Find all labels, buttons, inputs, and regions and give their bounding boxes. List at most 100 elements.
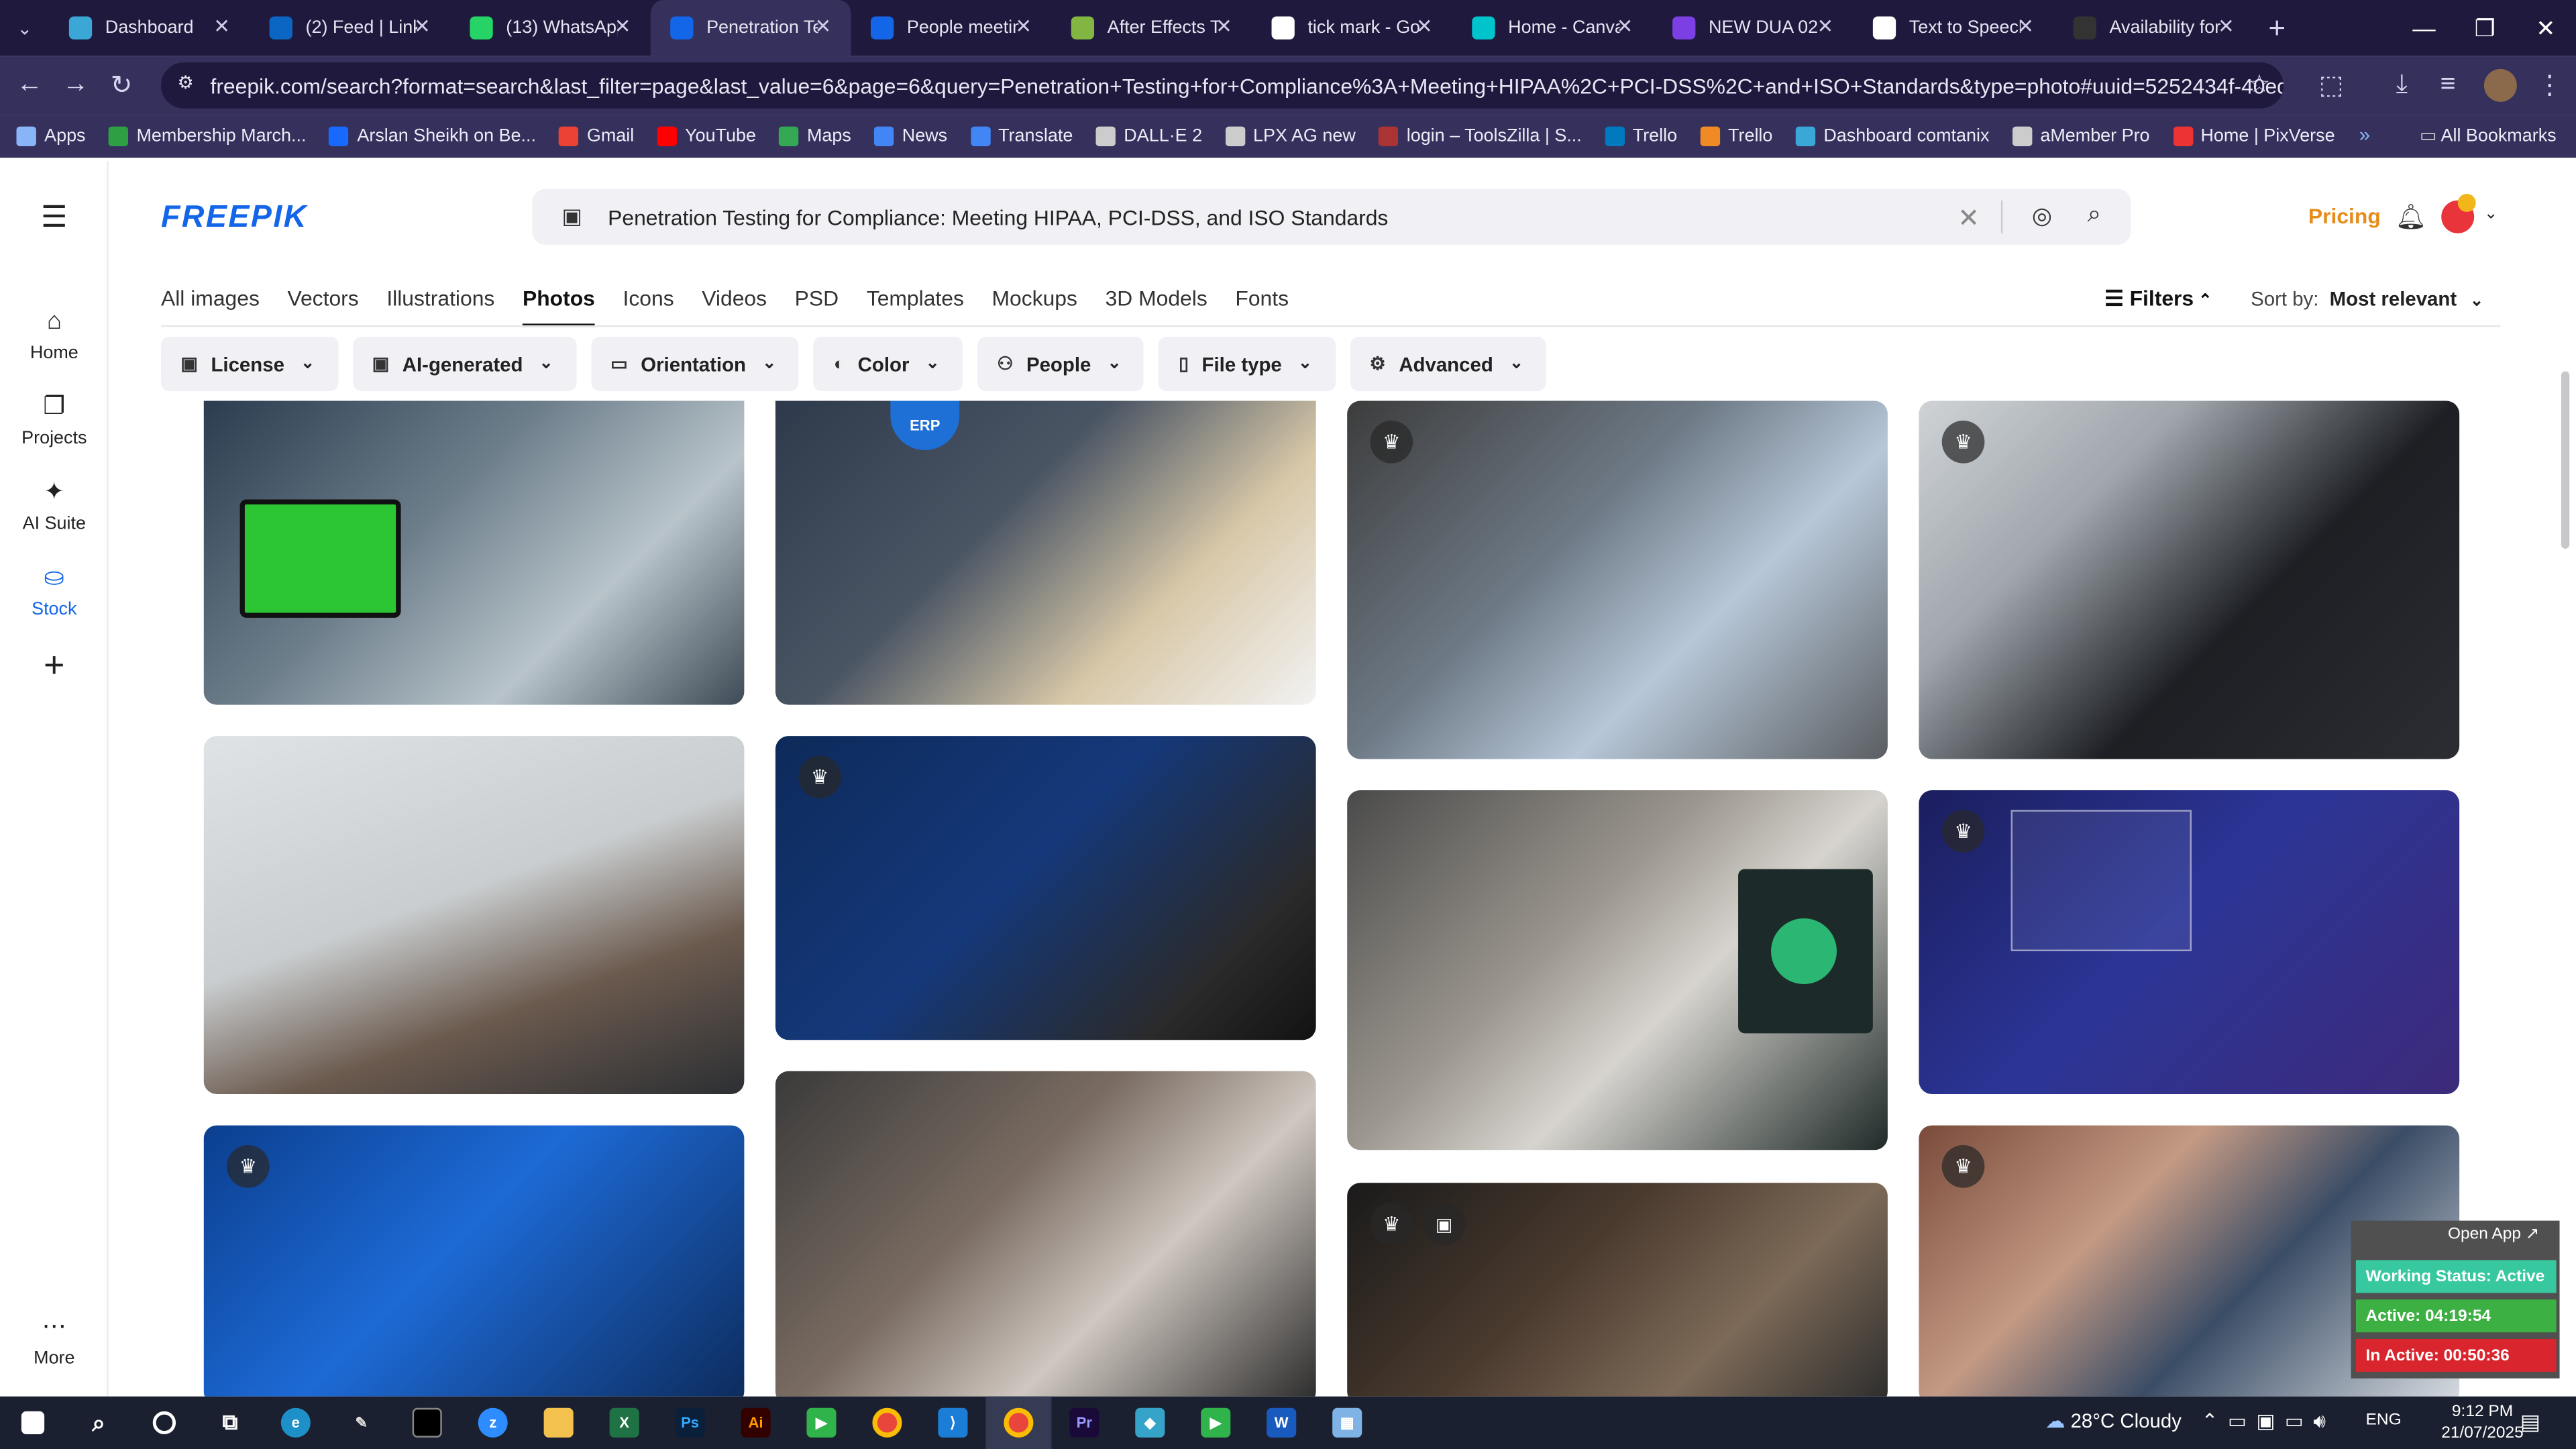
photo-card[interactable]: ♛ ▣: [1347, 1183, 1888, 1397]
back-icon[interactable]: ←: [7, 62, 53, 109]
app-icon[interactable]: ◆: [1117, 1397, 1183, 1449]
bookmark-item[interactable]: Gmail: [559, 126, 634, 146]
tab-fonts[interactable]: Fonts: [1235, 286, 1289, 327]
chrome-menu-icon[interactable]: ⋮: [2527, 62, 2573, 109]
bookmark-item[interactable]: Membership March...: [108, 126, 306, 146]
sidebar-item-projects[interactable]: ❐ Projects: [0, 391, 109, 448]
browser-tab[interactable]: After Effects Text✕: [1051, 0, 1252, 56]
sidebar-item-more[interactable]: ⋯ More: [0, 1311, 109, 1368]
photo-card[interactable]: [775, 1071, 1316, 1397]
filters-toggle[interactable]: ☰ Filters ⌃: [2104, 286, 2212, 312]
terminal-icon[interactable]: [394, 1397, 460, 1449]
photo-card[interactable]: ♛: [775, 736, 1316, 1040]
tab-icons[interactable]: Icons: [623, 286, 674, 327]
photo-card[interactable]: ♛: [1347, 400, 1888, 759]
bookmark-item[interactable]: DALL·E 2: [1095, 126, 1202, 146]
freepik-logo[interactable]: FREEPIK: [161, 201, 308, 237]
file-explorer-icon[interactable]: [526, 1397, 592, 1449]
pen-tool-icon[interactable]: ✎: [329, 1397, 394, 1449]
photo-card[interactable]: [203, 736, 745, 1095]
camtasia-recorder-icon[interactable]: ▶: [1183, 1397, 1248, 1449]
site-info-icon[interactable]: ⚙: [177, 72, 193, 93]
start-icon[interactable]: [0, 1397, 66, 1449]
edge-icon[interactable]: e: [263, 1397, 329, 1449]
tab-photos[interactable]: Photos: [522, 286, 595, 327]
photo-card[interactable]: ♛: [203, 1125, 745, 1397]
browser-tab[interactable]: Penetration Testing✕: [650, 0, 851, 56]
bookmark-item[interactable]: Home | PixVerse: [2172, 126, 2335, 146]
search-bar[interactable]: ▣ Penetration Testing for Compliance: Me…: [532, 189, 2131, 245]
photo-card[interactable]: [203, 400, 745, 705]
extensions-icon[interactable]: ⬚: [2308, 62, 2355, 109]
bookmark-item[interactable]: login – ToolsZilla | S...: [1379, 126, 1582, 146]
cortana-icon[interactable]: [131, 1397, 197, 1449]
open-app-link[interactable]: Open App ↗: [2448, 1226, 2539, 1244]
tab-search-icon[interactable]: ⌄: [0, 5, 49, 51]
search-icon[interactable]: ⌕: [2088, 201, 2102, 229]
filter-orientation[interactable]: ▭ Orientation ⌄: [590, 337, 800, 391]
camtasia-icon[interactable]: ▶: [789, 1397, 855, 1449]
premiere-icon[interactable]: Pr: [1051, 1397, 1117, 1449]
close-tab-icon[interactable]: ✕: [1015, 15, 1032, 38]
clear-search-icon[interactable]: ✕: [1957, 202, 1980, 235]
sidebar-item-add[interactable]: +: [0, 644, 109, 688]
bookmark-item[interactable]: News: [874, 126, 947, 146]
system-tray-icons[interactable]: ⌃▭▣▭🔊︎: [2202, 1409, 2336, 1434]
tab-psd[interactable]: PSD: [795, 286, 839, 327]
filter-file-type[interactable]: ▯ File type ⌄: [1159, 337, 1336, 391]
close-tab-icon[interactable]: ✕: [614, 15, 631, 38]
bookmark-item[interactable]: aMember Pro: [2012, 126, 2150, 146]
close-tab-icon[interactable]: ✕: [2218, 15, 2235, 38]
browser-tab[interactable]: (2) Feed | LinkedIn✕: [250, 0, 450, 56]
sort-dropdown[interactable]: Most relevant ⌄: [2330, 288, 2484, 311]
photo-card[interactable]: ♛: [1919, 400, 2460, 759]
browser-tab[interactable]: (13) WhatsApp ✕: [450, 0, 651, 56]
excel-icon[interactable]: X: [592, 1397, 657, 1449]
scrollbar-thumb[interactable]: [2561, 371, 2570, 549]
word-icon[interactable]: W: [1248, 1397, 1314, 1449]
close-tab-icon[interactable]: ✕: [2017, 15, 2034, 38]
tab-3d-models[interactable]: 3D Models: [1106, 286, 1208, 327]
sidebar-item-home[interactable]: ⌂ Home: [0, 306, 109, 363]
tab-all-images[interactable]: All images: [161, 286, 260, 327]
reload-icon[interactable]: ↻: [99, 62, 145, 109]
photo-card[interactable]: ERP: [775, 400, 1316, 705]
filter-ai-generated[interactable]: ▣ AI-generated ⌄: [352, 337, 576, 391]
tab-videos[interactable]: Videos: [702, 286, 767, 327]
notification-center-icon[interactable]: ▤: [2520, 1409, 2540, 1436]
clock[interactable]: 9:12 PM 21/07/2025: [2441, 1401, 2524, 1444]
bookmark-item[interactable]: Arslan Sheikh on Be...: [329, 126, 536, 146]
account-chevron-icon[interactable]: ⌄: [2484, 205, 2498, 223]
all-bookmarks-button[interactable]: ▭ All Bookmarks: [2420, 125, 2557, 146]
weather-widget[interactable]: ☁ 28°C Cloudy: [2045, 1409, 2182, 1432]
filter-license[interactable]: ▣ License ⌄: [161, 337, 338, 391]
sidebar-item-stock[interactable]: ⛀ Stock: [0, 562, 109, 619]
task-view-icon[interactable]: ⧉: [197, 1397, 263, 1449]
photo-card[interactable]: ♛: [1919, 790, 2460, 1095]
restore-icon[interactable]: ❐: [2455, 0, 2516, 56]
more-bookmarks-icon[interactable]: »: [2359, 123, 2370, 146]
close-tab-icon[interactable]: ✕: [1617, 15, 1633, 38]
vscode-icon[interactable]: ⟩: [920, 1397, 985, 1449]
zoom-icon[interactable]: z: [460, 1397, 526, 1449]
bookmark-item[interactable]: Trello: [1700, 126, 1772, 146]
browser-tab[interactable]: Dashboard ✕: [49, 0, 250, 56]
chrome-icon[interactable]: [854, 1397, 920, 1449]
calculator-icon[interactable]: ▦: [1314, 1397, 1380, 1449]
tab-illustrations[interactable]: Illustrations: [386, 286, 494, 327]
filter-advanced[interactable]: ⚙ Advanced ⌄: [1350, 337, 1547, 391]
close-window-icon[interactable]: ✕: [2515, 0, 2576, 56]
search-input[interactable]: Penetration Testing for Compliance: Meet…: [608, 205, 1388, 229]
browser-tab[interactable]: NEW DUA 02 ✕: [1653, 0, 1854, 56]
notifications-bell-icon[interactable]: 🔔︎: [2396, 202, 2427, 232]
image-search-icon[interactable]: ▣: [562, 204, 582, 230]
bookmark-item[interactable]: Apps: [16, 126, 86, 146]
profile-avatar[interactable]: [2483, 68, 2517, 102]
close-tab-icon[interactable]: ✕: [1416, 15, 1433, 38]
close-tab-icon[interactable]: ✕: [414, 15, 431, 38]
tab-mockups[interactable]: Mockups: [992, 286, 1077, 327]
bookmark-item[interactable]: Maps: [779, 126, 851, 146]
photoshop-icon[interactable]: Ps: [657, 1397, 723, 1449]
browser-tab[interactable]: Text to Speech ✕: [1853, 0, 2053, 56]
search-taskbar-icon[interactable]: ⌕: [66, 1397, 131, 1449]
